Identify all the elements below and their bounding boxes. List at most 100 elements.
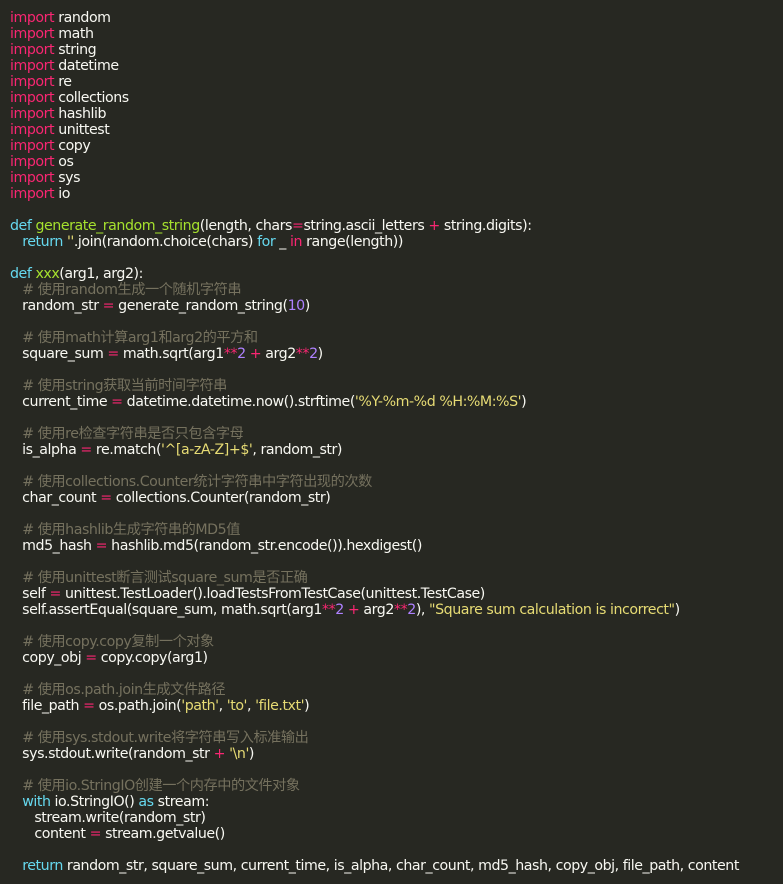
code-line[interactable]: def xxx(arg1, arg2): bbox=[10, 266, 783, 282]
code-line[interactable]: import datetime bbox=[10, 58, 783, 74]
code-token: = bbox=[107, 346, 119, 362]
code-line[interactable]: import sys bbox=[10, 170, 783, 186]
code-line[interactable] bbox=[10, 362, 783, 378]
code-token: stream.getvalue() bbox=[101, 826, 225, 842]
code-line[interactable] bbox=[10, 618, 783, 634]
code-line[interactable]: import math bbox=[10, 26, 783, 42]
code-token: datetime bbox=[54, 58, 119, 74]
code-line[interactable]: square_sum = math.sqrt(arg1**2 + arg2**2… bbox=[10, 346, 783, 362]
code-line[interactable]: def generate_random_string(length, chars… bbox=[10, 218, 783, 234]
code-line[interactable] bbox=[10, 410, 783, 426]
code-token: generate_random_string bbox=[35, 218, 200, 234]
code-token: + bbox=[347, 602, 360, 618]
code-line[interactable]: # 使用re检查字符串是否只包含字母 bbox=[10, 426, 783, 442]
code-line[interactable]: # 使用unittest断言测试square_sum是否正确 bbox=[10, 570, 783, 586]
code-line[interactable]: # 使用string获取当前时间字符串 bbox=[10, 378, 783, 394]
code-token: self.assertEqual(square_sum, math.sqrt(a… bbox=[10, 602, 322, 618]
code-token: import bbox=[10, 170, 55, 186]
code-token: sys bbox=[54, 170, 81, 186]
code-token: # 使用collections.Counter统计字符串中字符出现的次数 bbox=[22, 474, 372, 490]
code-line[interactable]: return random_str, square_sum, current_t… bbox=[10, 858, 783, 874]
code-line[interactable]: # 使用os.path.join生成文件路径 bbox=[10, 682, 783, 698]
code-line[interactable]: # 使用hashlib生成字符串的MD5值 bbox=[10, 522, 783, 538]
code-line[interactable]: import string bbox=[10, 42, 783, 58]
code-line[interactable]: sys.stdout.write(random_str + '\n') bbox=[10, 746, 783, 762]
code-line[interactable]: import unittest bbox=[10, 122, 783, 138]
code-token: + bbox=[249, 346, 262, 362]
code-token: 'to' bbox=[226, 698, 248, 714]
code-line[interactable]: # 使用copy.copy复制一个对象 bbox=[10, 634, 783, 650]
code-token: io bbox=[54, 186, 70, 202]
code-line[interactable]: import copy bbox=[10, 138, 783, 154]
code-line[interactable]: md5_hash = hashlib.md5(random_str.encode… bbox=[10, 538, 783, 554]
code-line[interactable]: import random bbox=[10, 10, 783, 26]
code-token: # 使用re检查字符串是否只包含字母 bbox=[22, 426, 244, 442]
code-token: import bbox=[10, 42, 55, 58]
code-token: '^[a-zA-Z]+$' bbox=[161, 442, 253, 458]
code-line[interactable]: import os bbox=[10, 154, 783, 170]
code-line[interactable] bbox=[10, 506, 783, 522]
code-line[interactable] bbox=[10, 554, 783, 570]
code-token: math bbox=[54, 26, 94, 42]
code-line[interactable]: file_path = os.path.join('path', 'to', '… bbox=[10, 698, 783, 714]
code-line[interactable]: content = stream.getvalue() bbox=[10, 826, 783, 842]
code-token: # 使用sys.stdout.write将字符串写入标准输出 bbox=[22, 730, 309, 746]
code-token: string.ascii_letters bbox=[303, 218, 429, 234]
code-token: + bbox=[428, 218, 440, 234]
code-token: ) bbox=[304, 298, 311, 314]
code-token: (arg1, arg2): bbox=[59, 266, 143, 282]
code-line[interactable]: # 使用collections.Counter统计字符串中字符出现的次数 bbox=[10, 474, 783, 490]
code-token: for bbox=[257, 234, 276, 250]
code-token: sys.stdout.write(random_str bbox=[10, 746, 214, 762]
code-token: "Square sum calculation is incorrect" bbox=[429, 602, 675, 618]
code-line[interactable] bbox=[10, 762, 783, 778]
code-line[interactable]: return ''.join(random.choice(chars) for … bbox=[10, 234, 783, 250]
code-line[interactable]: stream.write(random_str) bbox=[10, 810, 783, 826]
code-line[interactable]: # 使用random生成一个随机字符串 bbox=[10, 282, 783, 298]
code-line[interactable] bbox=[10, 714, 783, 730]
code-token: # 使用os.path.join生成文件路径 bbox=[22, 682, 226, 698]
code-line[interactable] bbox=[10, 458, 783, 474]
code-token: ) bbox=[317, 346, 324, 362]
code-token: collections bbox=[54, 90, 129, 106]
code-line[interactable]: current_time = datetime.datetime.now().s… bbox=[10, 394, 783, 410]
code-line[interactable]: is_alpha = re.match('^[a-zA-Z]+$', rando… bbox=[10, 442, 783, 458]
code-line[interactable]: # 使用math计算arg1和arg2的平方和 bbox=[10, 330, 783, 346]
code-editor[interactable]: import random import math import string imp… bbox=[0, 0, 783, 884]
code-line[interactable]: # 使用io.StringIO创建一个内存中的文件对象 bbox=[10, 778, 783, 794]
code-token: self bbox=[10, 586, 50, 602]
code-token: re bbox=[54, 74, 72, 90]
code-line[interactable]: random_str = generate_random_string(10) bbox=[10, 298, 783, 314]
code-token: 2 bbox=[237, 346, 246, 362]
code-line[interactable]: with io.StringIO() as stream: bbox=[10, 794, 783, 810]
code-line[interactable]: copy_obj = copy.copy(arg1) bbox=[10, 650, 783, 666]
code-line[interactable]: import collections bbox=[10, 90, 783, 106]
code-token: = bbox=[80, 442, 92, 458]
code-line[interactable]: import io bbox=[10, 186, 783, 202]
code-line[interactable]: self = unittest.TestLoader().loadTestsFr… bbox=[10, 586, 783, 602]
code-line[interactable] bbox=[10, 666, 783, 682]
code-line[interactable]: self.assertEqual(square_sum, math.sqrt(a… bbox=[10, 602, 783, 618]
code-line[interactable] bbox=[10, 250, 783, 266]
code-token: ** bbox=[393, 602, 408, 618]
code-line[interactable]: import re bbox=[10, 74, 783, 90]
code-token: # 使用math计算arg1和arg2的平方和 bbox=[22, 330, 258, 346]
code-token: re.match( bbox=[91, 442, 162, 458]
code-line[interactable] bbox=[10, 842, 783, 858]
code-token: xxx bbox=[35, 266, 60, 282]
code-token: def bbox=[10, 218, 32, 234]
code-line[interactable]: import hashlib bbox=[10, 106, 783, 122]
code-token: square_sum bbox=[10, 346, 108, 362]
code-token: 'path' bbox=[181, 698, 219, 714]
code-line[interactable] bbox=[10, 314, 783, 330]
code-line[interactable]: char_count = collections.Counter(random_… bbox=[10, 490, 783, 506]
code-line[interactable]: # 使用sys.stdout.write将字符串写入标准输出 bbox=[10, 730, 783, 746]
code-token: is_alpha bbox=[10, 442, 81, 458]
code-line[interactable] bbox=[10, 202, 783, 218]
